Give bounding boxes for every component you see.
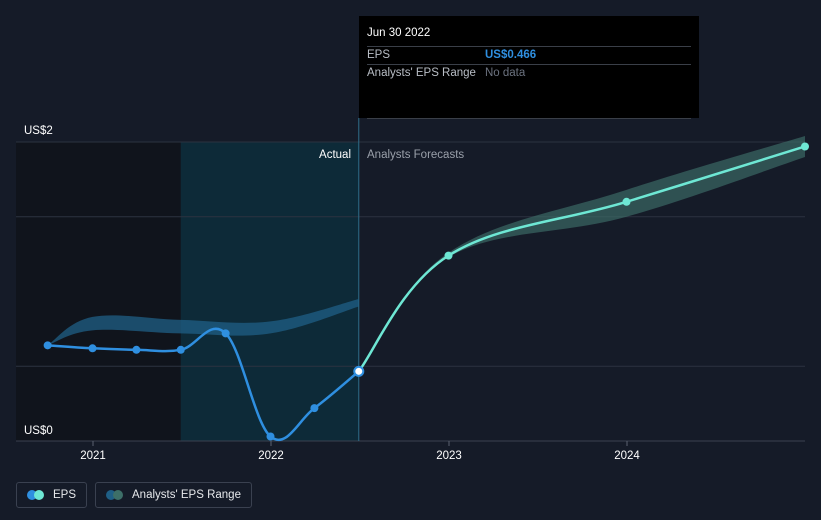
x-tick-label-2021: 2021	[80, 450, 106, 462]
series-1-point-2	[622, 197, 631, 206]
x-tick-label-2022: 2022	[258, 450, 284, 462]
region-label-forecast: Analysts Forecasts	[367, 149, 464, 161]
series-0-point-6	[310, 404, 319, 413]
x-tick-label-2023: 2023	[436, 450, 462, 462]
y-tick-label-top: US$2	[24, 125, 53, 137]
legend-item-eps[interactable]: EPS	[16, 482, 88, 508]
legend-range-label: Analysts' EPS Range	[132, 489, 241, 501]
series-0-point-4	[221, 329, 230, 338]
tooltip-spacer	[367, 82, 691, 119]
series-0-point-5	[266, 432, 275, 441]
tooltip-range-label: Analysts' EPS Range	[367, 67, 476, 79]
range-legend-icon	[106, 490, 126, 500]
hover-highlight-band	[180, 142, 359, 441]
series-0-point-2	[132, 345, 141, 354]
series-1-point-1	[444, 251, 453, 260]
x-tick-label-2024: 2024	[614, 450, 640, 462]
chart-legend: EPS Analysts' EPS Range	[16, 482, 252, 508]
hover-tooltip: Jun 30 2022 EPS US$0.466 Analysts' EPS R…	[359, 16, 699, 119]
past-period-shade	[16, 142, 181, 441]
series-0-point-1	[88, 344, 97, 353]
eps-legend-icon	[27, 490, 47, 500]
tooltip-date: Jun 30 2022	[367, 24, 691, 47]
tooltip-eps-row: EPS US$0.466	[367, 47, 691, 65]
y-tick-label-bottom: US$0	[24, 425, 53, 437]
series-0-point-3	[176, 345, 185, 354]
tooltip-eps-value: US$0.466	[485, 49, 537, 61]
analyst-range-band-forecast	[358, 136, 805, 372]
tooltip-eps-label: EPS	[367, 49, 391, 61]
series-1-point-3	[801, 142, 809, 151]
series-0-point-7	[353, 365, 365, 377]
tooltip-range-row: Analysts' EPS Range No data	[367, 65, 691, 82]
series-0-point-0	[43, 341, 52, 350]
legend-eps-label: EPS	[53, 489, 77, 501]
tooltip-range-value: No data	[485, 67, 526, 79]
region-label-actual: Actual	[319, 149, 351, 161]
legend-item-range[interactable]: Analysts' EPS Range	[95, 482, 252, 508]
